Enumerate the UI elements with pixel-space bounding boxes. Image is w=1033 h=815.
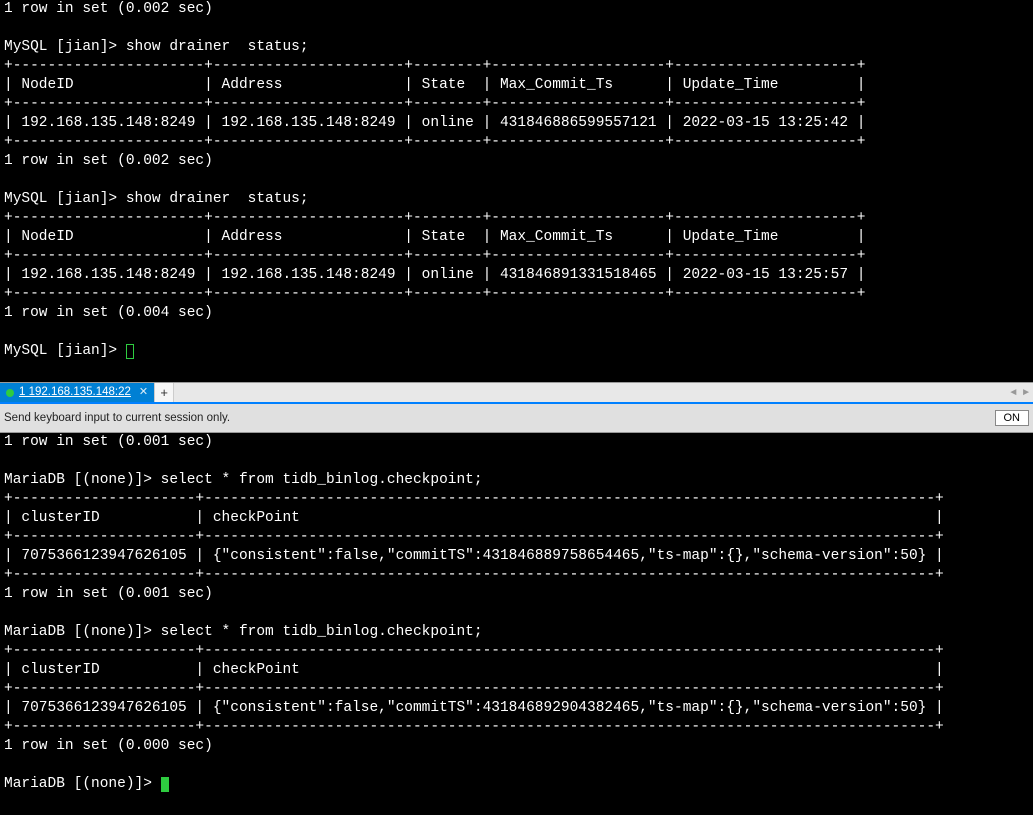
session-tab[interactable]: 1 192.168.135.148:22 ✕: [0, 383, 154, 402]
result-count-line: 1 row in set (0.000 sec): [4, 738, 213, 754]
table-border: +----------------------+----------------…: [4, 210, 865, 226]
keyboard-info-bar: Send keyboard input to current session o…: [0, 404, 1033, 433]
table-row: | 7075366123947626105 | {"consistent":fa…: [4, 548, 944, 564]
table-border: +---------------------+-----------------…: [4, 681, 944, 697]
table-header: | NodeID | Address | State | Max_Commit_…: [4, 229, 865, 245]
mariadb-terminal-pane[interactable]: 1 row in set (0.001 sec) MariaDB [(none)…: [0, 433, 1033, 813]
table-header: | clusterID | checkPoint |: [4, 510, 944, 526]
table-border: +----------------------+----------------…: [4, 248, 865, 264]
table-header: | NodeID | Address | State | Max_Commit_…: [4, 77, 865, 93]
mariadb-prompt-line: MariaDB [(none)]> select * from tidb_bin…: [4, 624, 483, 640]
result-count-line: 1 row in set (0.002 sec): [4, 153, 213, 169]
result-count-line: 1 row in set (0.001 sec): [4, 434, 213, 450]
mysql-prompt-idle: MySQL [jian]>: [4, 343, 126, 359]
mysql-terminal-pane[interactable]: 1 row in set (0.002 sec) MySQL [jian]> s…: [0, 0, 1033, 382]
table-border: +---------------------+-----------------…: [4, 529, 944, 545]
new-tab-button[interactable]: +: [154, 383, 174, 402]
mariadb-prompt-line: MariaDB [(none)]> select * from tidb_bin…: [4, 472, 483, 488]
table-row: | 192.168.135.148:8249 | 192.168.135.148…: [4, 267, 865, 283]
table-border: +---------------------+-----------------…: [4, 567, 944, 583]
cursor-icon: [126, 344, 134, 359]
table-row: | 7075366123947626105 | {"consistent":fa…: [4, 700, 944, 716]
mysql-prompt-line: MySQL [jian]> show drainer status;: [4, 39, 309, 55]
table-row: | 192.168.135.148:8249 | 192.168.135.148…: [4, 115, 865, 131]
result-count-line: 1 row in set (0.004 sec): [4, 305, 213, 321]
mariadb-prompt-idle: MariaDB [(none)]>: [4, 776, 161, 792]
keyboard-info-text: Send keyboard input to current session o…: [4, 409, 230, 428]
tab-nav-arrows[interactable]: ◄ ►: [1008, 383, 1031, 402]
table-border: +----------------------+----------------…: [4, 134, 865, 150]
session-tab-bar: 1 192.168.135.148:22 ✕ + ◄ ►: [0, 382, 1033, 404]
cursor-icon: [161, 777, 169, 792]
result-count-line: 1 row in set (0.002 sec): [4, 1, 213, 17]
table-header: | clusterID | checkPoint |: [4, 662, 944, 678]
session-tab-label: 1 192.168.135.148:22: [19, 383, 131, 402]
result-count-line: 1 row in set (0.001 sec): [4, 586, 213, 602]
mysql-prompt-line: MySQL [jian]> show drainer status;: [4, 191, 309, 207]
table-border: +----------------------+----------------…: [4, 58, 865, 74]
status-dot-icon: [6, 389, 14, 397]
table-border: +---------------------+-----------------…: [4, 719, 944, 735]
table-border: +---------------------+-----------------…: [4, 643, 944, 659]
toggle-on-button[interactable]: ON: [995, 410, 1030, 426]
table-border: +----------------------+----------------…: [4, 96, 865, 112]
table-border: +----------------------+----------------…: [4, 286, 865, 302]
table-border: +---------------------+-----------------…: [4, 491, 944, 507]
close-icon[interactable]: ✕: [136, 383, 148, 402]
